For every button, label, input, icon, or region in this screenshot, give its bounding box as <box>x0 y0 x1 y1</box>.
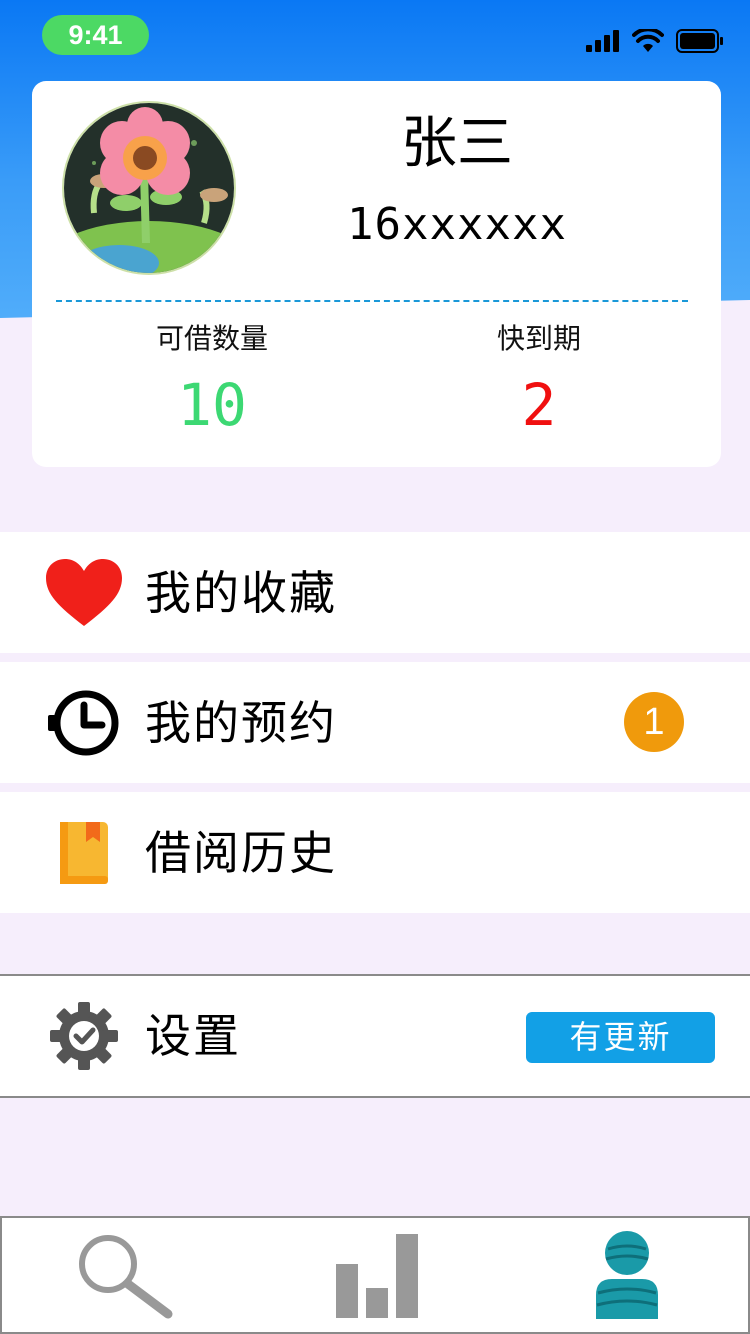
status-icons <box>586 28 724 54</box>
user-name: 张三 <box>401 111 513 176</box>
stat-value: 10 <box>177 371 247 439</box>
profile-card: 张三 16xxxxxx 可借数量 10 快到期 2 <box>32 81 721 467</box>
user-phone: 16xxxxxx <box>347 199 567 250</box>
menu-item-favorites[interactable]: 我的收藏 <box>0 532 750 653</box>
card-divider <box>56 300 688 302</box>
menu-item-label: 我的预约 <box>145 695 337 750</box>
signal-icon <box>586 30 619 52</box>
avatar[interactable] <box>62 101 236 275</box>
stat-label: 快到期 <box>496 322 581 355</box>
tab-statistics[interactable] <box>252 1218 502 1332</box>
stat-borrowable[interactable]: 可借数量 10 <box>82 319 342 451</box>
tab-profile[interactable] <box>502 1218 750 1332</box>
menu-item-settings[interactable]: 设置 有更新 <box>0 974 750 1098</box>
menu-item-label: 借阅历史 <box>145 825 337 880</box>
book-icon <box>44 813 124 893</box>
menu-item-label: 我的收藏 <box>145 565 337 620</box>
menu-item-label: 设置 <box>145 1009 241 1063</box>
avatar-image <box>64 103 234 273</box>
tab-search[interactable] <box>2 1218 252 1332</box>
tab-bar <box>0 1216 750 1334</box>
menu-item-reservations[interactable]: 我的预约 1 <box>0 662 750 783</box>
stat-label: 可借数量 <box>155 322 268 355</box>
status-bar: 9:41 <box>0 0 750 70</box>
stat-value: 2 <box>521 371 557 439</box>
person-icon <box>596 1231 658 1319</box>
heart-icon <box>44 553 124 633</box>
gear-icon <box>44 996 124 1076</box>
update-available-badge[interactable]: 有更新 <box>526 1012 715 1063</box>
bar-chart-icon <box>336 1234 418 1318</box>
status-time: 9:41 <box>42 15 149 55</box>
reservation-count-badge: 1 <box>624 692 684 752</box>
menu-item-history[interactable]: 借阅历史 <box>0 792 750 913</box>
search-icon <box>79 1235 173 1319</box>
clock-icon <box>44 683 124 763</box>
battery-icon <box>676 29 723 53</box>
wifi-icon <box>632 29 664 52</box>
stat-due-soon[interactable]: 快到期 2 <box>409 319 669 451</box>
